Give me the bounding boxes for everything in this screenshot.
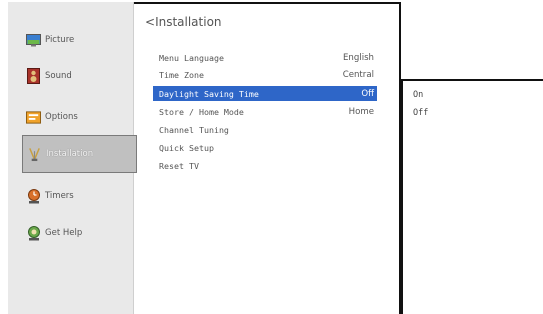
menu-item-label: Time Zone [159, 69, 204, 80]
menu-item-value: Off [361, 88, 374, 99]
menu-item-label: Quick Setup [159, 142, 214, 153]
menu-item-label: Store / Home Mode [159, 106, 244, 117]
menu-item-label: Daylight Saving Time [159, 88, 259, 99]
sidebar-item-sound[interactable]: Sound [26, 64, 128, 88]
page-title-text: Installation [155, 15, 222, 29]
menu-item-label: Reset TV [159, 160, 199, 171]
sidebar-item-label: Sound [45, 71, 72, 81]
menu-item-channel-tuning[interactable]: Channel Tuning [153, 122, 377, 137]
get-help-icon [26, 225, 41, 241]
sidebar-item-options[interactable]: Options [26, 105, 128, 129]
sidebar-item-installation[interactable]: Installation [22, 135, 137, 173]
options-icon [26, 110, 41, 125]
menu-item-menu-language[interactable]: Menu Language English [153, 50, 377, 65]
daylight-saving-submenu: On Off [401, 79, 543, 314]
menu-item-time-zone[interactable]: Time Zone Central [153, 67, 377, 82]
back-chevron-icon[interactable]: < [145, 15, 155, 29]
sidebar-item-label: Options [45, 112, 78, 122]
submenu-option-off[interactable]: Off [413, 108, 428, 118]
sidebar-item-get-help[interactable]: Get Help [26, 221, 128, 245]
menu-item-value: Central [342, 69, 374, 80]
timers-icon [26, 188, 41, 204]
installation-icon [27, 147, 42, 162]
sidebar-item-label: Picture [45, 35, 75, 45]
submenu-option-on[interactable]: On [413, 90, 423, 100]
menu-item-daylight-saving-time[interactable]: Daylight Saving Time Off [153, 86, 377, 101]
sidebar-item-label: Installation [46, 149, 94, 159]
menu-item-store-home-mode[interactable]: Store / Home Mode Home [153, 104, 377, 119]
sidebar-item-label: Timers [45, 191, 74, 201]
sidebar: Picture Sound Options Installation Timer… [8, 2, 137, 314]
menu-item-label: Menu Language [159, 52, 224, 63]
menu-item-value: Home [348, 106, 374, 117]
sidebar-item-label: Get Help [45, 228, 83, 238]
menu-item-label: Channel Tuning [159, 124, 229, 135]
sound-icon [26, 68, 41, 84]
tv-settings-screen: Picture Sound Options Installation Timer… [0, 0, 543, 314]
page-title: <Installation [145, 15, 222, 29]
sidebar-item-timers[interactable]: Timers [26, 184, 128, 208]
menu-item-value: English [342, 52, 374, 63]
menu-item-quick-setup[interactable]: Quick Setup [153, 140, 377, 155]
picture-icon [26, 33, 41, 48]
menu-item-reset-tv[interactable]: Reset TV [153, 158, 377, 173]
sidebar-item-picture[interactable]: Picture [26, 28, 128, 52]
